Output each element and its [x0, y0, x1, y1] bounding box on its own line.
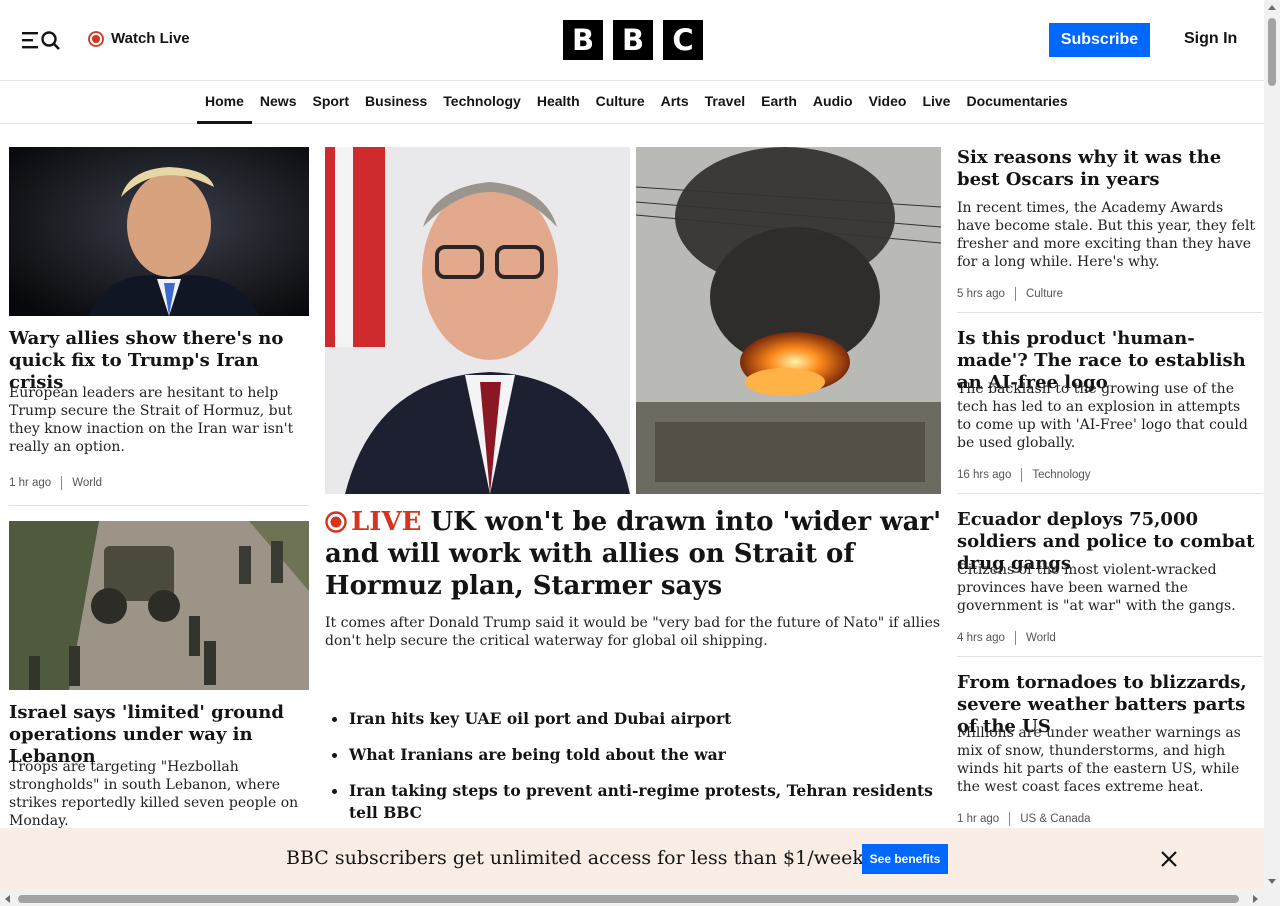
logo-letter-c: C — [663, 20, 703, 60]
live-dot-icon — [88, 30, 104, 47]
main-nav: Home News Sport Business Technology Heal… — [0, 81, 1264, 124]
left-divider — [9, 505, 309, 506]
right-story-3-time: 4 hrs ago — [957, 632, 1005, 644]
main-story-image[interactable] — [325, 147, 941, 494]
right-divider-3 — [957, 656, 1262, 657]
scroll-right-arrow-icon[interactable] — [1253, 895, 1258, 903]
main-headline[interactable]: LIVE UK won't be drawn into 'wider war' … — [325, 506, 945, 602]
see-benefits-button[interactable]: See benefits — [862, 844, 948, 874]
nav-item-audio[interactable]: Audio — [805, 81, 861, 124]
right-divider-1 — [957, 312, 1262, 313]
right-story-4-summary: Millions are under weather warnings as m… — [957, 725, 1241, 795]
watch-live-link[interactable]: Watch Live — [88, 30, 190, 47]
nav-item-documentaries[interactable]: Documentaries — [958, 81, 1075, 124]
close-icon — [1161, 851, 1177, 867]
logo-letter-b1: B — [563, 20, 603, 60]
left-story-1-summary: European leaders are hesitant to help Tr… — [9, 385, 294, 455]
live-label: LIVE — [351, 507, 422, 537]
site-header: Watch Live B B C Subscribe Sign In — [0, 0, 1264, 81]
right-story-3-summary: Citizens of the most violent-wracked pro… — [957, 562, 1236, 614]
nav-item-home[interactable]: Home — [197, 81, 252, 124]
left-story-1-time: 1 hr ago — [9, 477, 52, 489]
nav-item-arts[interactable]: Arts — [653, 81, 697, 124]
scroll-up-arrow-icon[interactable] — [1268, 5, 1276, 10]
menu-icon — [22, 31, 60, 50]
vertical-scrollbar-thumb[interactable] — [1268, 18, 1276, 86]
right-story-1-section[interactable]: Culture — [1026, 288, 1063, 300]
right-story-3-section[interactable]: World — [1026, 632, 1056, 644]
live-dot-icon — [325, 511, 347, 533]
right-story-2-time: 16 hrs ago — [957, 469, 1012, 481]
watch-live-label: Watch Live — [111, 30, 190, 47]
left-story-2-summary: Troops are targeting "Hezbollah strongho… — [9, 759, 299, 829]
search-icon — [41, 31, 60, 50]
nav-item-live[interactable]: Live — [914, 81, 958, 124]
related-links: Iran hits key UAE oil port and Dubai air… — [332, 708, 942, 822]
vertical-scrollbar[interactable] — [1264, 0, 1280, 890]
scroll-down-arrow-icon[interactable] — [1268, 879, 1276, 884]
right-story-4-time: 1 hr ago — [957, 813, 1000, 825]
live-tag: LIVE — [325, 507, 421, 537]
right-story-3-meta: 4 hrs ago World — [957, 631, 1056, 645]
nav-item-health[interactable]: Health — [529, 81, 588, 124]
main-summary: It comes after Donald Trump said it woul… — [325, 615, 941, 649]
left-story-1-section[interactable]: World — [72, 477, 102, 489]
right-story-2-section[interactable]: Technology — [1032, 469, 1090, 481]
right-story-4-meta: 1 hr ago US & Canada — [957, 812, 1091, 826]
banner-text: BBC subscribers get unlimited access for… — [286, 847, 864, 869]
right-story-1-headline[interactable]: Six reasons why it was the best Oscars i… — [957, 147, 1262, 191]
related-link-text[interactable]: Iran taking steps to prevent anti-regime… — [349, 780, 942, 824]
nav-item-sport[interactable]: Sport — [304, 81, 357, 124]
story-image-lebanon[interactable] — [9, 521, 309, 690]
related-link[interactable]: What Iranians are being told about the w… — [332, 744, 942, 780]
related-link[interactable]: Iran taking steps to prevent anti-regime… — [332, 780, 942, 822]
related-link[interactable]: Iran hits key UAE oil port and Dubai air… — [332, 708, 942, 744]
right-story-1-meta: 5 hrs ago Culture — [957, 287, 1063, 301]
menu-search-button[interactable] — [21, 28, 63, 52]
related-link-text[interactable]: Iran hits key UAE oil port and Dubai air… — [349, 708, 731, 730]
nav-item-culture[interactable]: Culture — [588, 81, 653, 124]
related-link-text[interactable]: What Iranians are being told about the w… — [349, 744, 726, 766]
left-story-1-meta: 1 hr ago World — [9, 476, 102, 490]
nav-item-news[interactable]: News — [252, 81, 305, 124]
horizontal-scrollbar-thumb[interactable] — [18, 895, 1239, 903]
right-story-2-summary: The backlash to the growing use of the t… — [957, 381, 1248, 451]
nav-item-business[interactable]: Business — [357, 81, 435, 124]
right-story-2-meta: 16 hrs ago Technology — [957, 468, 1091, 482]
subscribe-button[interactable]: Subscribe — [1049, 23, 1150, 57]
right-story-4-section[interactable]: US & Canada — [1020, 813, 1090, 825]
nav-item-travel[interactable]: Travel — [697, 81, 753, 124]
nav-item-video[interactable]: Video — [861, 81, 915, 124]
nav-item-earth[interactable]: Earth — [753, 81, 805, 124]
logo-letter-b2: B — [613, 20, 653, 60]
story-image-trump[interactable] — [9, 147, 309, 316]
subscription-banner: BBC subscribers get unlimited access for… — [0, 828, 1264, 890]
close-banner-button[interactable] — [1159, 849, 1179, 869]
nav-item-technology[interactable]: Technology — [435, 81, 529, 124]
sign-in-link[interactable]: Sign In — [1184, 30, 1237, 48]
scroll-left-arrow-icon[interactable] — [5, 895, 10, 903]
right-story-1-summary: In recent times, the Academy Awards have… — [957, 200, 1255, 270]
right-divider-2 — [957, 493, 1262, 494]
bbc-logo[interactable]: B B C — [563, 20, 703, 60]
right-story-1-time: 5 hrs ago — [957, 288, 1005, 300]
